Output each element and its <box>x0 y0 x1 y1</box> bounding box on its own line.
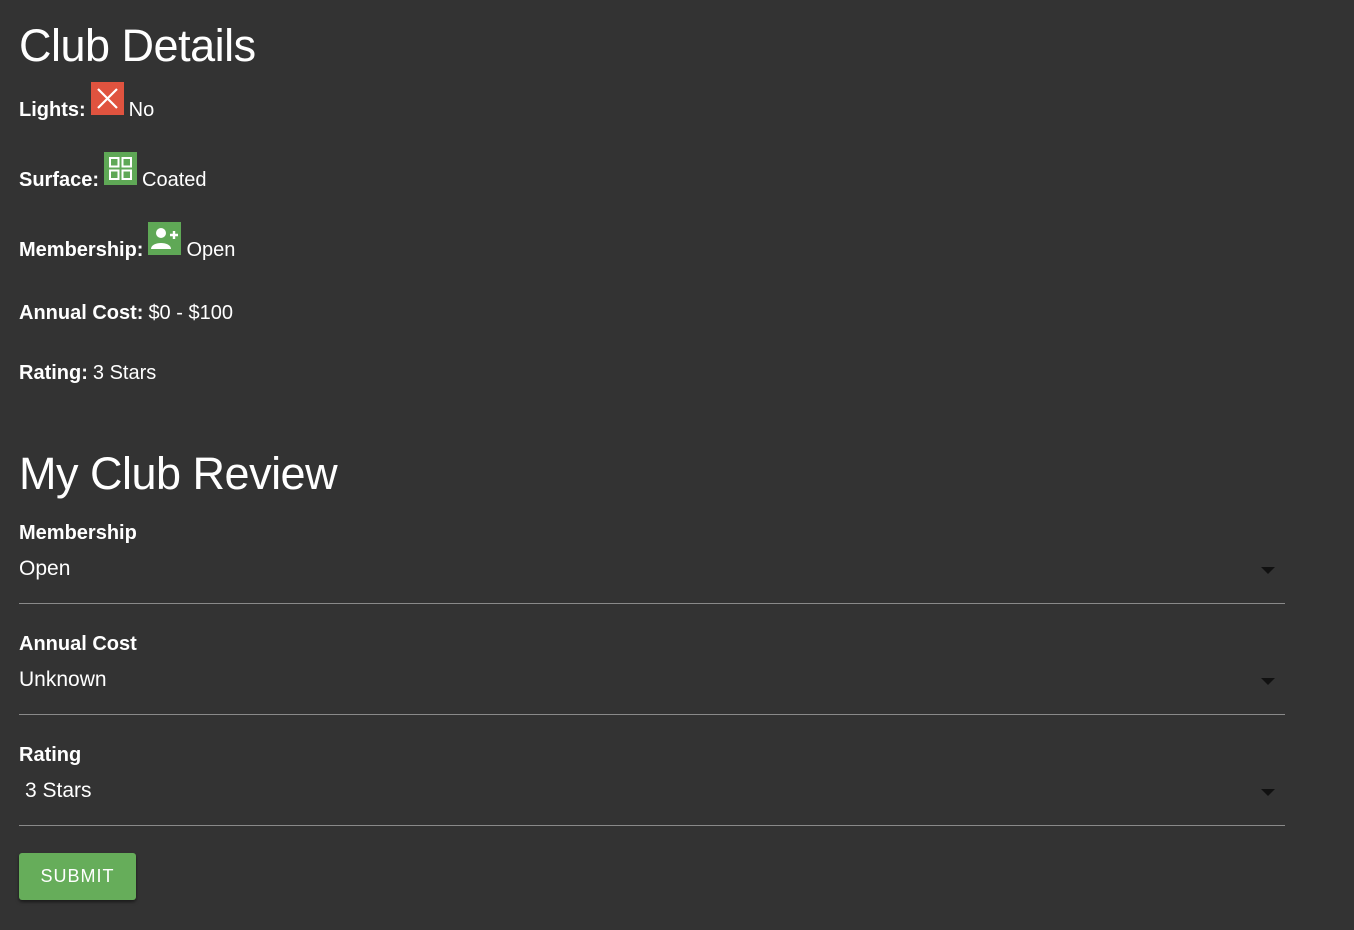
rating-select-value: 3 Stars <box>25 779 92 802</box>
club-details-title: Club Details <box>19 20 256 71</box>
membership-select-value: Open <box>19 557 71 580</box>
dropdown-arrow-icon <box>1261 678 1275 685</box>
club-page: Club Details Lights: No Surface: Coated … <box>0 0 1354 930</box>
lights-row: Lights: No <box>19 82 155 122</box>
membership-label: Membership: <box>19 239 144 261</box>
annual-cost-select-value: Unknown <box>19 668 107 691</box>
lights-value: No <box>128 99 155 121</box>
annual-cost-row: Annual Cost: $0 - $100 <box>19 301 233 325</box>
annual-cost-field: Annual Cost Unknown <box>19 632 1285 715</box>
membership-field-label: Membership <box>19 522 137 544</box>
lights-label: Lights: <box>19 99 86 121</box>
membership-select[interactable]: Open <box>19 545 1285 604</box>
rating-row: Rating: 3 Stars <box>19 361 156 385</box>
my-club-review-title: My Club Review <box>19 448 338 499</box>
surface-label: Surface: <box>19 169 100 191</box>
close-icon <box>90 82 124 115</box>
annual-cost-label: Annual Cost: <box>19 302 144 324</box>
rating-field: Rating 3 Stars <box>19 743 1285 826</box>
rating-value: 3 Stars <box>92 362 157 384</box>
annual-cost-value: $0 - $100 <box>148 302 233 324</box>
rating-select[interactable]: 3 Stars <box>19 767 1285 826</box>
membership-value: Open <box>186 239 236 261</box>
dropdown-arrow-icon <box>1261 789 1275 796</box>
annual-cost-field-label: Annual Cost <box>19 633 137 655</box>
dropdown-arrow-icon <box>1261 567 1275 574</box>
person-add-icon <box>148 222 182 255</box>
surface-value: Coated <box>142 169 207 191</box>
annual-cost-select[interactable]: Unknown <box>19 656 1285 715</box>
submit-button[interactable]: SUBMIT <box>19 853 136 900</box>
grid-icon <box>104 152 138 185</box>
membership-row: Membership: Open <box>19 222 236 262</box>
membership-field: Membership Open <box>19 521 1285 604</box>
surface-row: Surface: Coated <box>19 152 207 192</box>
rating-field-label: Rating <box>19 744 82 766</box>
rating-label: Rating: <box>19 362 88 384</box>
